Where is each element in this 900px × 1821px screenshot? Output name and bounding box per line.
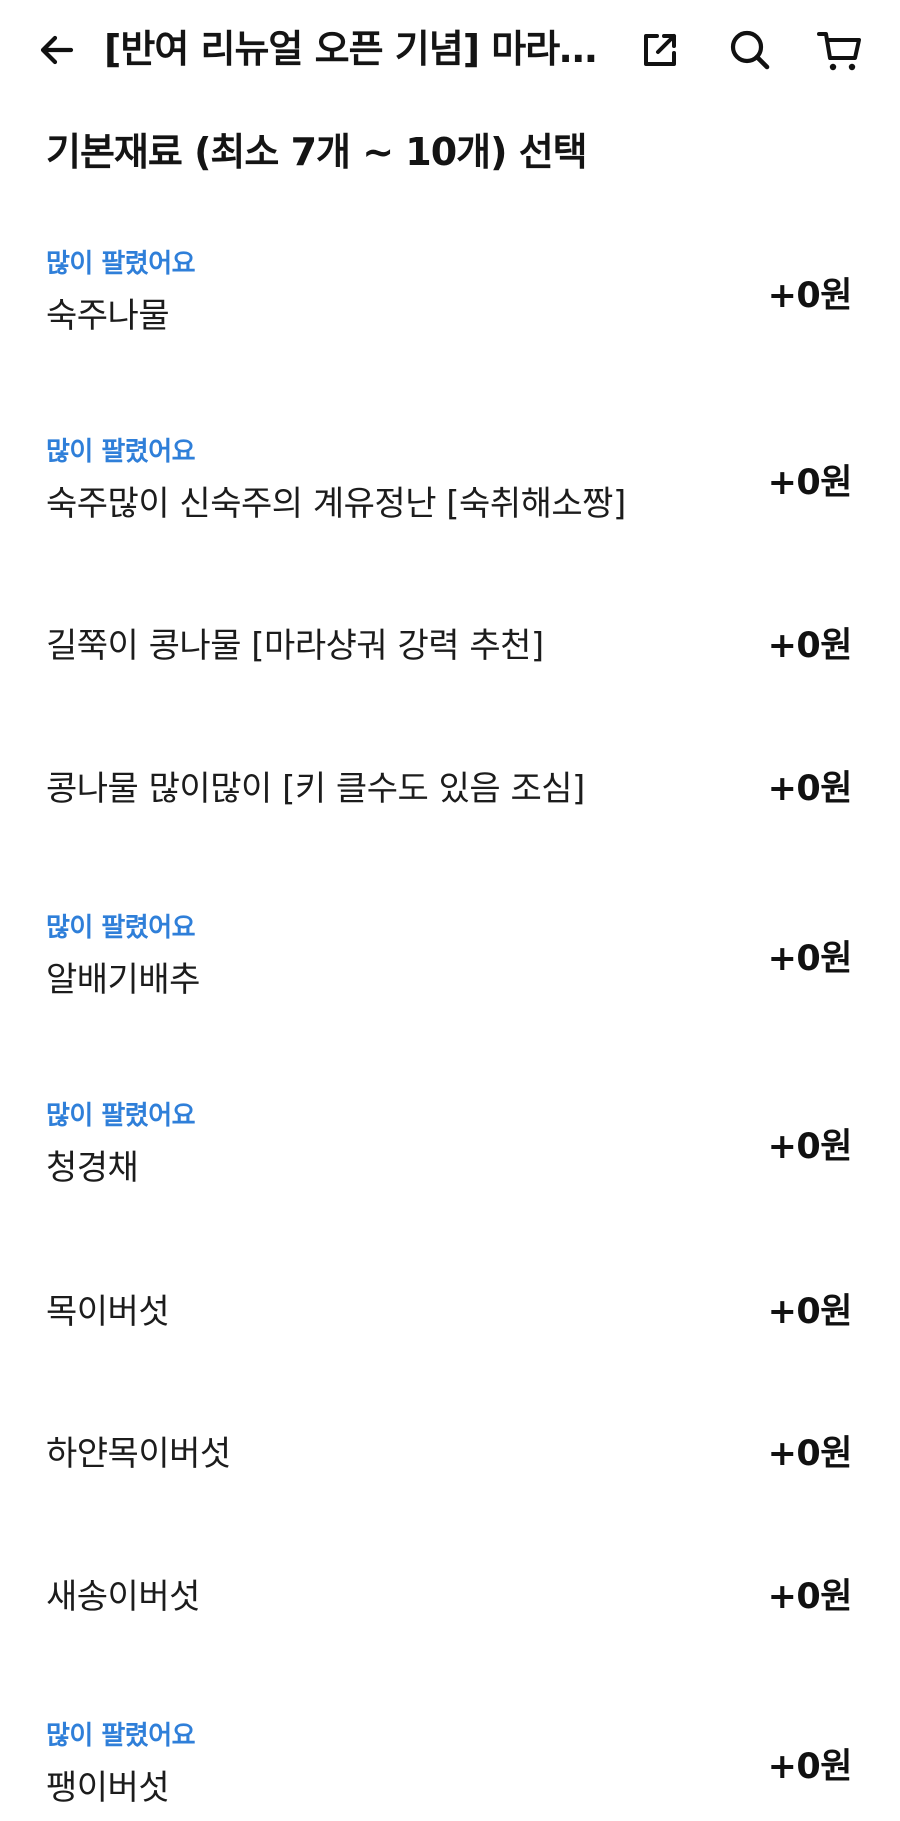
popular-badge: 많이 팔렸어요 [46,913,196,943]
option-price: +0원 [767,1292,853,1332]
option-price: +0원 [767,463,853,503]
option-price: +0원 [767,769,853,809]
option-name: 목이버섯 [46,1292,170,1332]
search-button[interactable] [720,20,780,80]
popular-badge: 많이 팔렸어요 [46,249,196,279]
option-name: 숙주나물 [46,296,170,336]
popular-badge: 많이 팔렸어요 [46,1721,196,1751]
back-button[interactable] [27,20,87,80]
option-name: 콩나물 많이많이 [키 클수도 있음 조심] [46,769,585,809]
share-button[interactable] [630,20,690,80]
option-name: 길쭉이 콩나물 [마라샹궈 강력 추천] [46,626,544,666]
option-name: 새송이버섯 [46,1577,200,1617]
share-external-icon [644,34,676,66]
option-price: +0원 [767,1747,853,1787]
arrow-left-icon [40,35,74,65]
option-price: +0원 [767,939,853,979]
search-icon [730,30,770,70]
option-name: 알배기배추 [46,960,200,1000]
page-title: [반여 리뉴얼 오픈 기념] 마라탕... [104,27,614,71]
option-name: 숙주많이 신숙주의 계유정난 [숙취해소짱] [46,484,626,524]
option-price: +0원 [767,276,853,316]
top-app-bar: [반여 리뉴얼 오픈 기념] 마라탕... [0,0,900,100]
option-name: 청경채 [46,1148,139,1188]
option-price: +0원 [767,1577,853,1617]
cart-button[interactable] [810,20,870,80]
option-name: 하얀목이버섯 [46,1434,231,1474]
option-price: +0원 [767,626,853,666]
cart-icon [817,32,861,71]
option-name: 팽이버섯 [46,1768,170,1808]
section-title: 기본재료 (최소 7개 ~ 10개) 선택 [46,130,588,174]
option-price: +0원 [767,1127,853,1167]
option-price: +0원 [767,1434,853,1474]
popular-badge: 많이 팔렸어요 [46,437,196,467]
popular-badge: 많이 팔렸어요 [46,1101,196,1131]
